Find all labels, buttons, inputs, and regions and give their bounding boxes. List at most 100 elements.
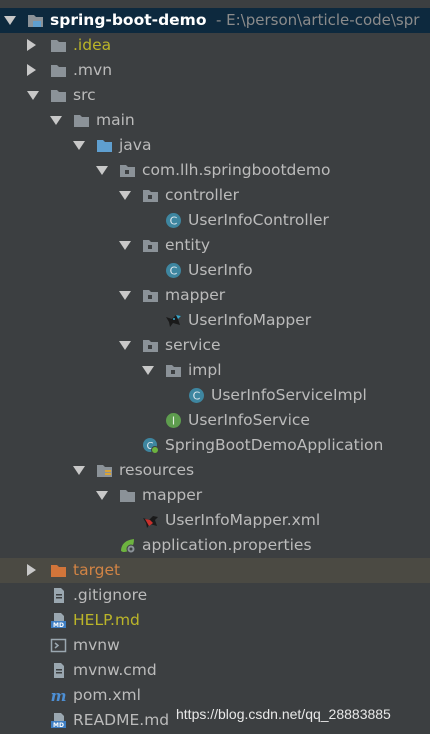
chevron-down-icon[interactable] [142,366,154,375]
maven-file-icon: m [51,687,67,704]
script-file-icon [50,638,67,653]
tree-item-label: UserInfoMapper [188,311,312,329]
tree-item-label: controller [165,186,239,204]
tree-row-userinfo-mapper-xml[interactable]: UserInfoMapper.xml [0,508,430,533]
tree-item-label: pom.xml [73,686,141,704]
package-icon [120,165,135,177]
tree-row-target[interactable]: target [0,558,430,583]
markdown-file-icon: MD [51,613,66,629]
tree-item-label: service [165,336,221,354]
tree-row-gitignore[interactable]: .gitignore [0,583,430,608]
tree-row-userinfo-service[interactable]: I UserInfoService [0,408,430,433]
tree-row-pom-xml[interactable]: m pom.xml [0,683,430,708]
tree-item-label: com.llh.springbootdemo [142,161,331,179]
tree-row-application-properties[interactable]: application.properties [0,533,430,558]
tree-row-userinfo-mapper[interactable]: UserInfoMapper [0,308,430,333]
folder-icon [74,115,89,127]
tree-item-label: .gitignore [73,586,148,604]
tree-item-label: mapper [165,286,226,304]
tree-row-help-md[interactable]: MD HELP.md [0,608,430,633]
text-file-icon [54,588,64,603]
tree-item-label: mvnw [73,636,120,654]
svg-text:I: I [172,415,175,428]
tree-item-label: main [96,111,135,129]
tree-item-label: mvnw.cmd [73,661,157,679]
tree-row-java[interactable]: java [0,133,430,158]
chevron-down-icon[interactable] [119,341,131,350]
tree-item-label: UserInfoController [188,211,329,229]
tree-item-label: application.properties [142,536,312,554]
package-icon [143,190,158,202]
tree-item-label: resources [119,461,195,479]
tree-item-label: SpringBootDemoApplication [165,436,384,454]
text-file-icon [54,663,64,678]
class-icon: C [166,263,181,278]
chevron-right-icon[interactable] [27,564,36,576]
tree-row-resources[interactable]: resources [0,458,430,483]
tree-row-mapper-folder[interactable]: mapper [0,483,430,508]
tree-item-label: impl [188,361,222,379]
tree-item-label: entity [165,236,210,254]
class-icon: C [166,213,181,228]
chevron-down-icon[interactable] [27,91,39,100]
module-folder-icon [28,15,43,27]
chevron-down-icon[interactable] [96,491,108,500]
source-folder-icon [97,140,112,152]
tree-row-application-class[interactable]: C SpringBootDemoApplication [0,433,430,458]
tree-row-impl[interactable]: impl [0,358,430,383]
tree-row-root[interactable]: spring-boot-demo - E:\person\article-cod… [0,8,430,33]
tree-item-label: UserInfoMapper.xml [165,511,321,529]
project-path: - E:\person\article-code\spr [216,11,420,29]
spring-properties-icon [121,539,136,554]
tree-item-label: .mvn [73,61,113,79]
tree-item-label: README.md [73,711,170,729]
chevron-down-icon[interactable] [119,191,131,200]
tree-row-entity[interactable]: entity [0,233,430,258]
chevron-down-icon[interactable] [50,116,62,125]
svg-text:C: C [170,215,178,228]
package-icon [143,240,158,252]
chevron-down-icon[interactable] [96,166,108,175]
chevron-right-icon[interactable] [27,64,36,76]
tree-row-mvn[interactable]: .mvn [0,58,430,83]
chevron-down-icon[interactable] [4,16,16,25]
svg-text:C: C [193,390,201,403]
tree-row-src[interactable]: src [0,83,430,108]
svg-text:m: m [51,687,67,704]
chevron-down-icon[interactable] [73,466,85,475]
resources-folder-icon [97,465,112,477]
tree-item-label: mapper [142,486,203,504]
chevron-down-icon[interactable] [73,141,85,150]
tree-row-mvnw[interactable]: mvnw [0,633,430,658]
tree-row-main[interactable]: main [0,108,430,133]
tree-row-controller[interactable]: controller [0,183,430,208]
folder-icon [120,490,135,502]
svg-text:MD: MD [53,622,64,629]
chevron-down-icon[interactable] [119,291,131,300]
class-icon: C [189,388,204,403]
tree-item-label: java [119,136,152,154]
package-icon [166,365,181,377]
tree-row-mapper-package[interactable]: mapper [0,283,430,308]
tree-row-package[interactable]: com.llh.springbootdemo [0,158,430,183]
tree-row-userinfo[interactable]: C UserInfo [0,258,430,283]
markdown-file-icon: MD [51,713,66,729]
svg-text:MD: MD [53,722,64,729]
interface-icon: I [166,413,181,428]
folder-icon [51,40,66,52]
spring-boot-class-icon: C [143,438,159,454]
tree-row-idea[interactable]: .idea [0,33,430,58]
chevron-right-icon[interactable] [27,39,36,51]
tree-item-label: UserInfoServiceImpl [211,386,367,404]
tree-row-userinfo-controller[interactable]: C UserInfoController [0,208,430,233]
project-name: spring-boot-demo [50,11,207,29]
tree-item-label: src [73,86,96,104]
folder-icon [51,65,66,77]
tree-item-label: HELP.md [73,611,140,629]
chevron-down-icon[interactable] [119,241,131,250]
tree-row-service[interactable]: service [0,333,430,358]
tree-row-userinfo-service-impl[interactable]: C UserInfoServiceImpl [0,383,430,408]
tree-row-mvnw-cmd[interactable]: mvnw.cmd [0,658,430,683]
folder-icon [51,90,66,102]
tree-item-label: target [73,561,121,579]
